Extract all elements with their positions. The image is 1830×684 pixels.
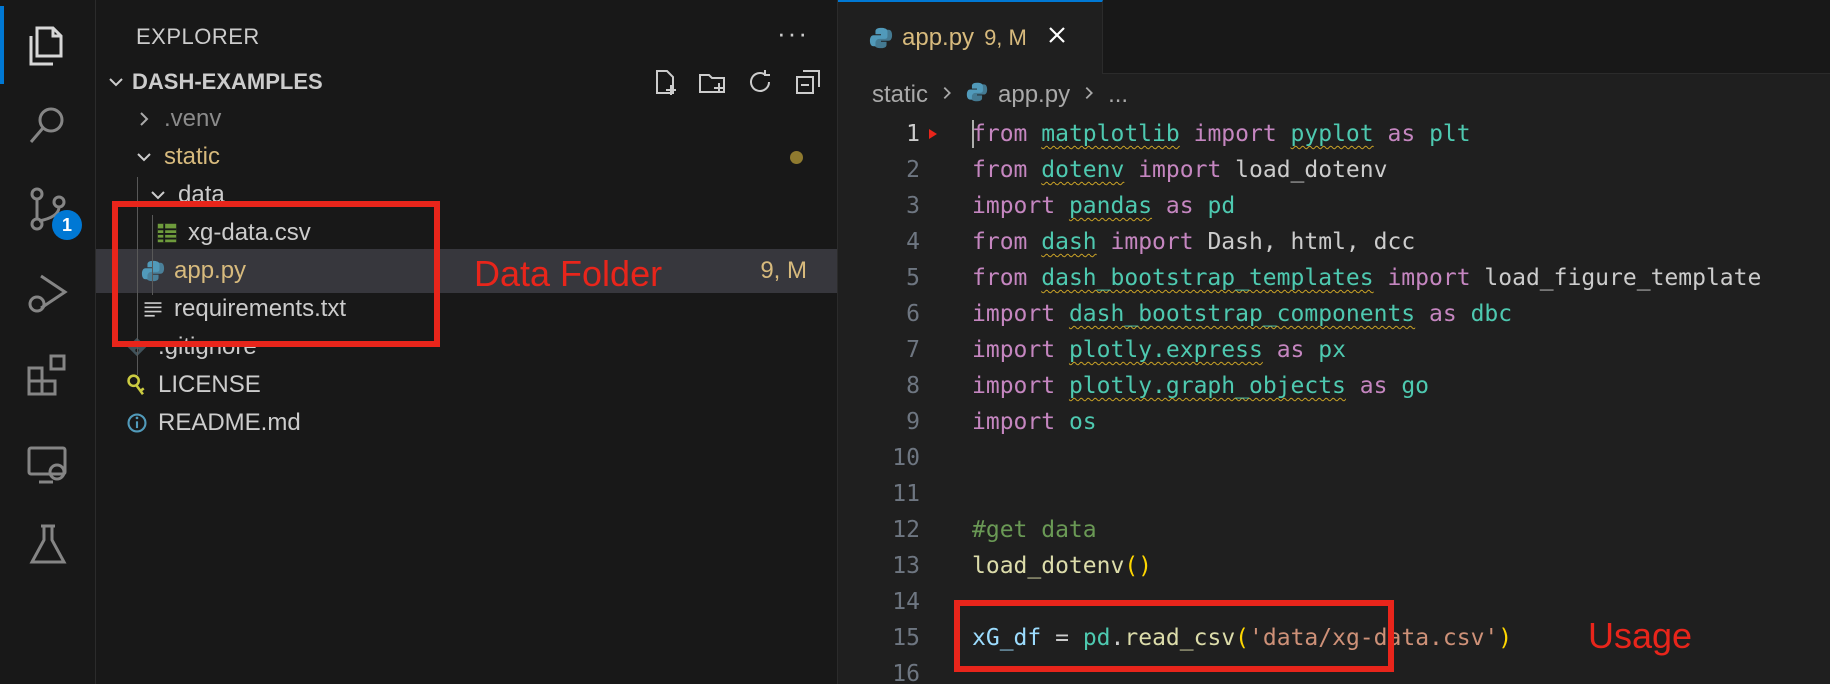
tab-bar: app.py 9, M (838, 0, 1830, 74)
activity-bar: 1 (0, 0, 96, 684)
collapse-all-icon[interactable] (793, 67, 823, 97)
app-py-status: 9, M (760, 257, 807, 284)
key-icon (124, 372, 150, 398)
run-debug-icon (28, 274, 68, 313)
line-number: 5 (906, 265, 920, 291)
code-line: 13 load_dotenv() (838, 548, 1830, 584)
tree-item-readme[interactable]: README.md (96, 401, 837, 445)
project-name: DASH-EXAMPLES (132, 69, 323, 94)
license-label: LICENSE (158, 371, 261, 398)
code-line: 8 import plotly.graph_objects as go (838, 368, 1830, 404)
readme-label: README.md (158, 409, 301, 436)
modified-dot-icon (790, 151, 803, 164)
close-icon[interactable] (1047, 24, 1067, 52)
chevron-right-icon (1080, 81, 1098, 109)
code-line: 10 (838, 440, 1830, 476)
line-number: 16 (892, 661, 920, 684)
line-number: 14 (892, 589, 920, 615)
code-line: 9 import os (838, 404, 1830, 440)
search-activity[interactable] (0, 80, 96, 170)
line-number: 4 (906, 229, 920, 255)
code-line: 7 import plotly.express as px (838, 332, 1830, 368)
chevron-right-icon (938, 81, 956, 109)
refresh-icon[interactable] (745, 67, 775, 97)
chevron-down-icon (104, 70, 128, 94)
files-icon (29, 26, 63, 66)
remote-explorer-icon (27, 446, 67, 484)
code-line: 3 import pandas as pd (838, 188, 1830, 224)
chevron-down-icon (132, 145, 156, 169)
code-line: 5 from dash_bootstrap_templates import l… (838, 260, 1830, 296)
data-folder-annotation-box (112, 201, 440, 347)
extensions-activity[interactable] (0, 330, 96, 420)
breadcrumb-symbols[interactable]: ... (1108, 81, 1128, 109)
testing-activity[interactable] (0, 500, 96, 590)
data-folder-annotation-label: Data Folder (474, 253, 663, 294)
new-folder-icon[interactable] (697, 67, 727, 97)
extensions-icon (27, 354, 66, 396)
editor-area: app.py 9, M static app.py ... 1 from mat… (838, 0, 1830, 684)
explorer-activity[interactable] (0, 0, 96, 90)
python-file-icon (966, 81, 988, 110)
new-file-icon[interactable] (649, 67, 679, 97)
line-number: 10 (892, 445, 920, 471)
line-number: 6 (906, 301, 920, 327)
tab-label: app.py (902, 24, 975, 51)
line-number: 13 (892, 553, 920, 579)
line-number: 2 (906, 157, 920, 183)
line-number: 11 (892, 481, 920, 507)
code-line: 1 from matplotlib import pyplot as plt (838, 116, 1830, 152)
flask-icon (29, 524, 67, 564)
breadcrumb-app-py[interactable]: app.py (998, 81, 1070, 109)
scm-badge: 1 (52, 210, 82, 240)
breadcrumb-static[interactable]: static (872, 81, 928, 109)
line-number: 8 (906, 373, 920, 399)
info-icon (124, 410, 150, 436)
static-label: static (164, 143, 221, 170)
explorer-title: EXPLORER (136, 24, 260, 49)
more-actions-button[interactable]: ··· (777, 18, 809, 49)
run-debug-activity[interactable] (0, 248, 96, 338)
source-control-activity[interactable]: 1 (0, 164, 96, 254)
line-number: 1 (906, 121, 920, 147)
usage-annotation-box (954, 600, 1394, 672)
line-number: 3 (906, 193, 920, 219)
code-line: 11 (838, 476, 1830, 512)
tab-status: 9, M (984, 25, 1027, 50)
code-line: 6 import dash_bootstrap_components as db… (838, 296, 1830, 332)
search-icon (29, 107, 64, 143)
code-line: 12 #get data (838, 512, 1830, 548)
line-number: 15 (892, 625, 920, 651)
python-file-icon (868, 25, 894, 51)
usage-annotation-label: Usage (1588, 615, 1693, 656)
remote-explorer-activity[interactable] (0, 420, 96, 510)
line-number: 7 (906, 337, 920, 363)
breakpoint-arrow-icon (929, 129, 937, 139)
line-number: 12 (892, 517, 920, 543)
line-number: 9 (906, 409, 920, 435)
breadcrumb: static app.py ... (872, 78, 1128, 112)
chevron-right-icon (132, 107, 156, 131)
code-line: 4 from dash import Dash, html, dcc (838, 224, 1830, 260)
explorer-sidebar: EXPLORER ··· DASH-EXAMPLES .venv static (96, 0, 838, 684)
code-line: 2 from dotenv import load_dotenv (838, 152, 1830, 188)
tab-app-py[interactable]: app.py 9, M (838, 0, 1103, 74)
venv-label: .venv (164, 105, 222, 132)
